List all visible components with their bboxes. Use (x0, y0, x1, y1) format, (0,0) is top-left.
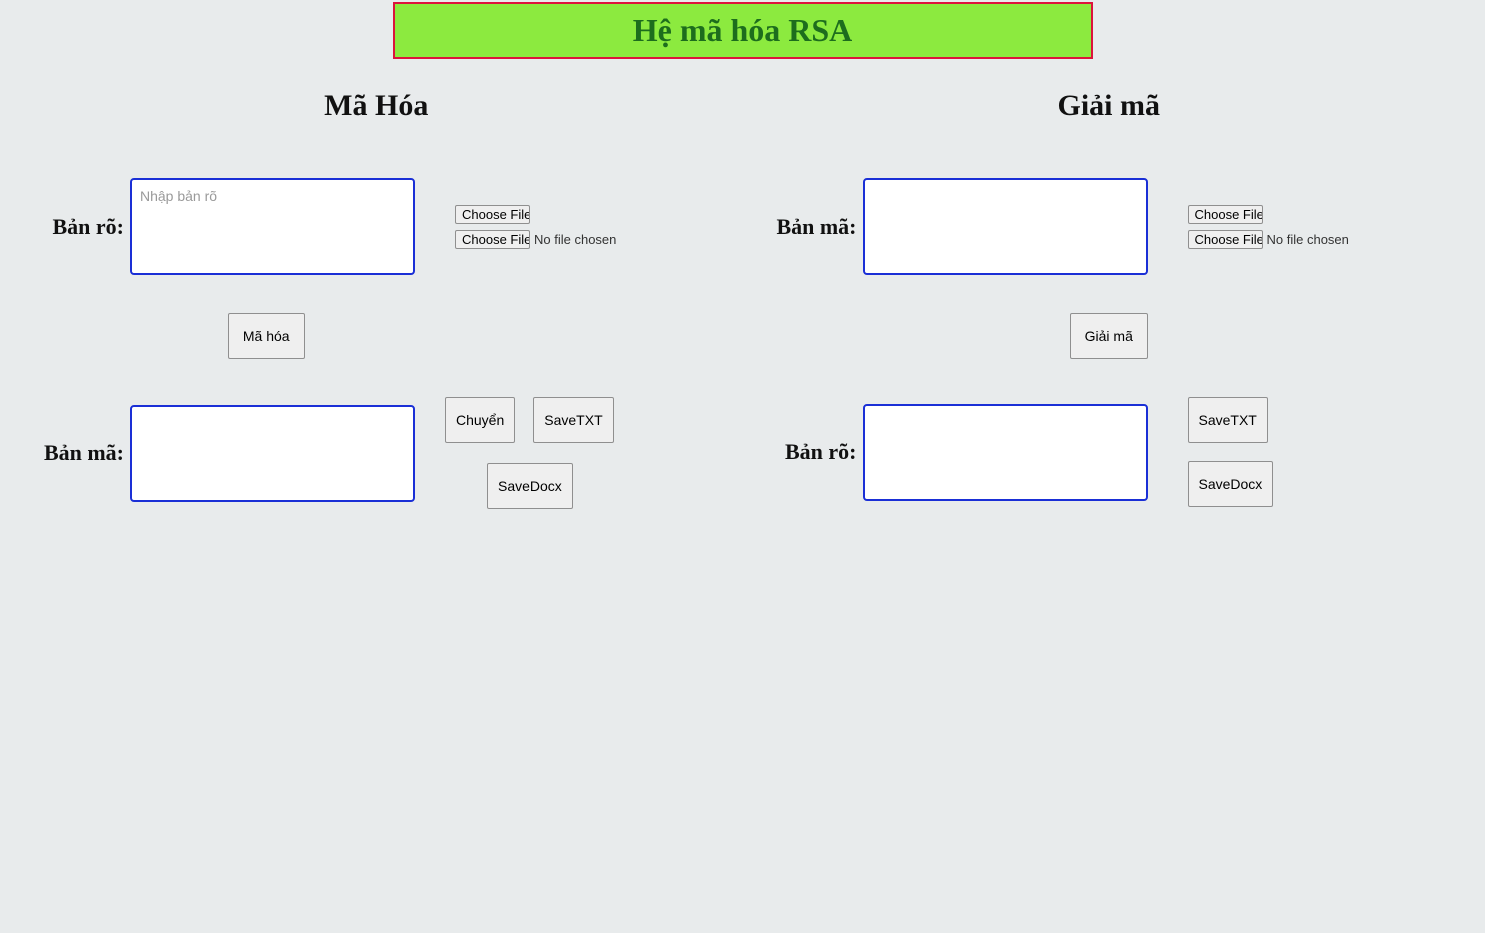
decrypt-choose-file-button-1[interactable]: Choose File (1188, 205, 1263, 224)
decrypt-plaintext-label: Bản rõ: (743, 439, 863, 465)
decrypt-ciphertext-input[interactable] (863, 178, 1148, 275)
decrypt-ciphertext-row: Bản mã: Choose File Choose File No file … (743, 178, 1476, 275)
encrypt-file-input-2: Choose File No file chosen (455, 230, 616, 249)
decrypt-output-controls: SaveTXT SaveDocx (1188, 397, 1274, 507)
decrypt-plaintext-row: Bản rõ: SaveTXT SaveDocx (743, 397, 1476, 507)
ciphertext-label: Bản mã: (10, 440, 130, 466)
page-header: Hệ mã hóa RSA (393, 2, 1093, 59)
plaintext-label: Bản rõ: (10, 214, 130, 240)
encrypt-title: Mã Hóa (324, 89, 428, 123)
plaintext-input[interactable] (130, 178, 415, 275)
decrypt-file-input-1: Choose File (1188, 205, 1263, 224)
decrypt-save-docx-button[interactable]: SaveDocx (1188, 461, 1274, 507)
decrypt-choose-file-button-2[interactable]: Choose File (1188, 230, 1263, 249)
decrypt-file-controls: Choose File Choose File No file chosen (1188, 205, 1349, 249)
encrypt-column: Mã Hóa Bản rõ: Choose File Choose File N… (10, 89, 743, 547)
choose-file-button-1[interactable]: Choose File (455, 205, 530, 224)
main-container: Mã Hóa Bản rõ: Choose File Choose File N… (0, 89, 1485, 547)
encrypt-button[interactable]: Mã hóa (228, 313, 305, 359)
ciphertext-output[interactable] (130, 405, 415, 502)
encrypt-plaintext-row: Bản rõ: Choose File Choose File No file … (10, 178, 743, 275)
decrypt-ciphertext-label: Bản mã: (743, 214, 863, 240)
encrypt-file-input-1: Choose File (455, 205, 530, 224)
decrypt-button[interactable]: Giải mã (1070, 313, 1148, 359)
encrypt-action-row: Mã hóa (10, 313, 743, 359)
save-txt-button[interactable]: SaveTXT (533, 397, 613, 443)
convert-button[interactable]: Chuyển (445, 397, 515, 443)
encrypt-ciphertext-row: Bản mã: Chuyển SaveTXT SaveDocx (10, 397, 743, 509)
encrypt-output-controls: Chuyển SaveTXT SaveDocx (445, 397, 645, 509)
decrypt-plaintext-output[interactable] (863, 404, 1148, 501)
decrypt-save-txt-button[interactable]: SaveTXT (1188, 397, 1268, 443)
decrypt-action-row: Giải mã (743, 313, 1476, 359)
file-status-label: No file chosen (534, 232, 616, 247)
decrypt-file-status-label: No file chosen (1267, 232, 1349, 247)
save-docx-button[interactable]: SaveDocx (487, 463, 573, 509)
decrypt-file-input-2: Choose File No file chosen (1188, 230, 1349, 249)
decrypt-column: Giải mã Bản mã: Choose File Choose File … (743, 89, 1476, 547)
encrypt-file-controls: Choose File Choose File No file chosen (455, 205, 616, 249)
decrypt-title: Giải mã (1058, 89, 1161, 123)
page-title: Hệ mã hóa RSA (395, 12, 1091, 49)
choose-file-button-2[interactable]: Choose File (455, 230, 530, 249)
